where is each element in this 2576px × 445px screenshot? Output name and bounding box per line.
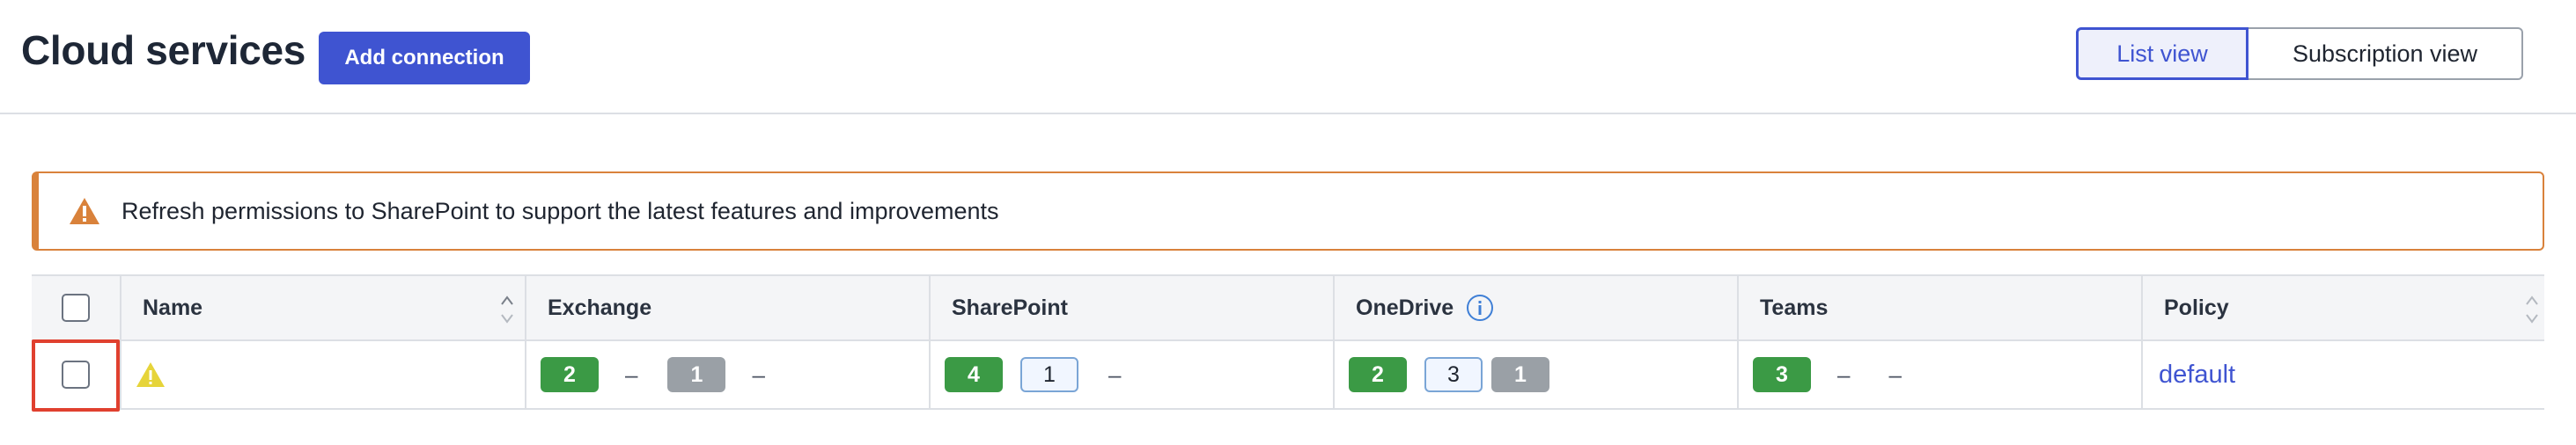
column-header-name[interactable]: Name — [120, 276, 525, 339]
empty-status: – — [1108, 361, 1122, 388]
status-badge[interactable]: 4 — [945, 357, 1003, 392]
alert-message: Refresh permissions to SharePoint to sup… — [121, 197, 999, 224]
status-badge[interactable]: 3 — [1753, 357, 1811, 392]
table-header: Name Exchange SharePoint OneDrive Teams … — [32, 274, 2544, 341]
policy-link[interactable]: default — [2159, 361, 2235, 390]
status-badge[interactable]: 1 — [1491, 357, 1549, 392]
column-header-sharepoint: SharePoint — [929, 276, 1333, 339]
exchange-cell: 2 – 1 – — [525, 341, 929, 408]
policy-cell: default — [2141, 341, 2544, 408]
view-toggle: List view Subscription view — [2076, 27, 2523, 80]
sort-icon[interactable] — [498, 292, 516, 327]
select-all-checkbox[interactable] — [62, 294, 90, 322]
column-label: Name — [143, 295, 203, 320]
list-view-button[interactable]: List view — [2076, 27, 2248, 80]
empty-status: – — [625, 361, 638, 388]
permissions-alert-banner: Refresh permissions to SharePoint to sup… — [32, 171, 2544, 251]
sharepoint-cell: 4 1 – — [929, 341, 1333, 408]
page-title: Cloud services — [21, 27, 306, 73]
status-badge[interactable]: 3 — [1424, 357, 1483, 392]
status-badge[interactable]: 2 — [541, 357, 599, 392]
table-row[interactable]: 2 – 1 – 4 1 – 2 3 1 3 – – default — [32, 339, 2544, 412]
status-badge[interactable]: 1 — [1020, 357, 1078, 392]
column-header-exchange: Exchange — [525, 276, 929, 339]
column-label: Policy — [2164, 295, 2229, 320]
status-badge[interactable]: 1 — [667, 357, 726, 392]
header-checkbox-cell — [32, 276, 120, 339]
status-badge[interactable]: 2 — [1349, 357, 1407, 392]
column-label: Exchange — [548, 295, 652, 320]
row-checkbox-cell — [32, 341, 120, 408]
cloud-services-table: Name Exchange SharePoint OneDrive Teams … — [32, 274, 2544, 412]
column-header-onedrive: OneDrive — [1333, 276, 1737, 339]
empty-status: – — [1837, 361, 1851, 388]
teams-cell: 3 – – — [1737, 341, 2141, 408]
warning-icon — [136, 362, 165, 387]
column-header-policy[interactable]: Policy — [2141, 276, 2544, 339]
column-header-teams: Teams — [1737, 276, 2141, 339]
name-cell — [120, 341, 525, 408]
column-label: Teams — [1760, 295, 1829, 320]
column-label: SharePoint — [952, 295, 1068, 320]
page-header: Cloud services Add connection List view … — [0, 0, 2576, 114]
row-checkbox[interactable] — [62, 361, 90, 389]
column-label: OneDrive — [1356, 295, 1454, 320]
info-icon[interactable] — [1466, 294, 1494, 322]
sort-icon[interactable] — [2523, 292, 2541, 327]
empty-status: – — [752, 361, 765, 388]
subscription-view-button[interactable]: Subscription view — [2248, 27, 2523, 80]
add-connection-button[interactable]: Add connection — [319, 32, 530, 84]
onedrive-cell: 2 3 1 — [1333, 341, 1737, 408]
warning-icon — [70, 198, 99, 224]
empty-status: – — [1888, 361, 1902, 388]
